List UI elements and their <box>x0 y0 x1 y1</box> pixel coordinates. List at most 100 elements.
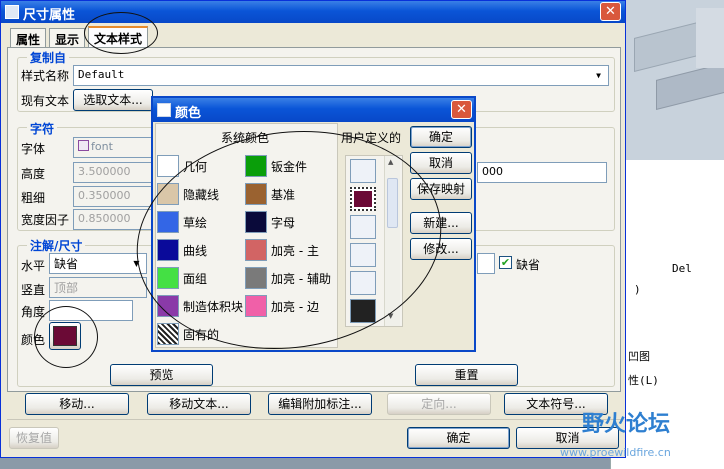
chevron-down-icon: ▼ <box>596 71 601 80</box>
system-color-label: 钣金件 <box>271 160 308 174</box>
new-color-button[interactable]: 新建... <box>410 212 472 234</box>
horizontal-value: 缺省 <box>54 257 79 271</box>
style-name-value: Default <box>78 68 125 81</box>
save-map-button[interactable]: 保存映射 <box>410 178 472 200</box>
font-icon <box>78 140 89 151</box>
note-dimension-title: 注解/尺寸 <box>27 237 86 254</box>
default-checkbox[interactable]: ✔ <box>499 256 512 269</box>
right-small-field[interactable] <box>477 253 495 274</box>
horizontal-label: 水平 <box>21 259 46 273</box>
move-button[interactable]: 移动... <box>25 393 129 415</box>
style-name-label: 样式名称 <box>21 69 70 83</box>
thickness-label: 粗细 <box>21 191 46 205</box>
system-color-label: 加亮 - 辅助 <box>271 272 331 286</box>
right-value-field[interactable]: 000 <box>477 162 607 183</box>
system-color-label: 字母 <box>271 216 296 230</box>
user-color-slot[interactable] <box>350 271 376 295</box>
dialog-titlebar[interactable]: 尺寸属性 <box>1 1 625 23</box>
system-color-swatch[interactable] <box>157 239 179 261</box>
vertical-label: 竖直 <box>21 283 46 297</box>
angle-field[interactable] <box>49 300 133 321</box>
system-color-swatch[interactable] <box>157 295 179 317</box>
user-colors-scrollbar[interactable]: ▲ ▼ <box>384 156 400 326</box>
system-color-label: 加亮 - 主 <box>271 244 319 258</box>
system-color-label: 草绘 <box>183 216 208 230</box>
color-dialog-titlebar[interactable]: 颜色 <box>153 98 474 122</box>
color-ok-button[interactable]: 确定 <box>410 126 472 148</box>
select-text-button[interactable]: 选取文本... <box>73 89 153 111</box>
tab-text-style[interactable]: 文本样式 <box>88 26 149 48</box>
bg-text-4: 性(L) <box>628 374 659 387</box>
tab-properties[interactable]: 属性 <box>10 28 47 48</box>
system-color-label: 基准 <box>271 188 296 202</box>
scroll-down-icon[interactable]: ▼ <box>388 312 393 320</box>
character-title: 字符 <box>27 120 58 137</box>
scroll-up-icon[interactable]: ▲ <box>388 158 393 166</box>
close-icon[interactable]: ✕ <box>451 100 472 119</box>
user-color-slot[interactable] <box>350 215 376 239</box>
close-icon[interactable]: ✕ <box>600 2 621 21</box>
font-value: font <box>91 140 113 153</box>
move-text-button[interactable]: 移动文本... <box>147 393 251 415</box>
bg-text-2: ) <box>634 283 641 296</box>
color-label: 颜色 <box>21 333 46 347</box>
system-color-swatch[interactable] <box>245 295 267 317</box>
bg-text-3: 凹图 <box>628 350 650 363</box>
horizontal-select[interactable]: 缺省 ▼ <box>49 253 147 274</box>
system-color-swatch[interactable] <box>245 183 267 205</box>
system-color-swatch[interactable] <box>157 323 179 345</box>
color-dialog: 颜色 ✕ 系统颜色 用户定义的 ▲ ▼ 确定 取消 保存映射 新建... 修改.… <box>151 96 476 352</box>
vertical-select[interactable]: 顶部 <box>49 277 147 298</box>
bg-text-1: Del <box>672 262 692 275</box>
system-color-label: 曲线 <box>183 244 208 258</box>
default-checkbox-label: 缺省 <box>516 258 541 272</box>
watermark-url: www.proewildfire.cn <box>560 446 671 459</box>
system-color-label: 制造体积块 <box>183 300 244 314</box>
window-icon <box>5 5 19 19</box>
modify-color-button[interactable]: 修改... <box>410 238 472 260</box>
system-color-label: 隐藏线 <box>183 188 220 202</box>
color-button[interactable] <box>49 322 81 350</box>
user-defined-label: 用户定义的 <box>341 131 402 145</box>
copy-from-title: 复制自 <box>27 49 70 66</box>
system-color-label: 加亮 - 边 <box>271 300 319 314</box>
user-color-slot[interactable] <box>350 187 376 211</box>
preview-button[interactable]: 预览 <box>110 364 213 386</box>
system-colors-label: 系统颜色 <box>221 131 270 145</box>
thickness-field[interactable]: 0.350000 <box>73 186 153 207</box>
system-color-swatch[interactable] <box>245 211 267 233</box>
system-color-swatch[interactable] <box>245 155 267 177</box>
color-cancel-button[interactable]: 取消 <box>410 152 472 174</box>
divider <box>7 419 621 420</box>
height-label: 高度 <box>21 167 46 181</box>
scroll-thumb[interactable] <box>387 178 398 228</box>
system-color-swatch[interactable] <box>157 267 179 289</box>
system-color-swatch[interactable] <box>157 211 179 233</box>
system-color-swatch[interactable] <box>245 267 267 289</box>
restore-values-button[interactable]: 恢复值 <box>9 427 59 449</box>
chevron-down-icon: ▼ <box>133 259 140 268</box>
selected-color-swatch <box>53 326 77 346</box>
user-color-slot[interactable] <box>350 243 376 267</box>
system-color-swatch[interactable] <box>157 155 179 177</box>
edit-attach-note-button[interactable]: 编辑附加标注... <box>268 393 372 415</box>
system-color-swatch[interactable] <box>245 239 267 261</box>
tab-display[interactable]: 显示 <box>49 28 86 48</box>
height-field[interactable]: 3.500000 <box>73 162 153 183</box>
ok-button[interactable]: 确定 <box>407 427 510 449</box>
user-color-slot[interactable] <box>350 299 376 323</box>
user-color-slot[interactable] <box>350 159 376 183</box>
system-color-swatch[interactable] <box>157 183 179 205</box>
vertical-value: 顶部 <box>54 281 79 295</box>
orient-button[interactable]: 定向... <box>387 393 491 415</box>
style-name-select[interactable]: Default ▼ <box>73 65 609 86</box>
width-factor-field[interactable]: 0.850000 <box>73 209 153 230</box>
width-factor-label: 宽度因子 <box>21 213 70 227</box>
color-window-icon <box>157 103 171 117</box>
reset-button[interactable]: 重置 <box>415 364 518 386</box>
system-color-label: 面组 <box>183 272 208 286</box>
existing-text-label: 现有文本 <box>21 94 70 108</box>
watermark-title: 野火论坛 <box>582 412 671 437</box>
font-label: 字体 <box>21 142 46 156</box>
font-field[interactable]: font <box>73 137 153 158</box>
